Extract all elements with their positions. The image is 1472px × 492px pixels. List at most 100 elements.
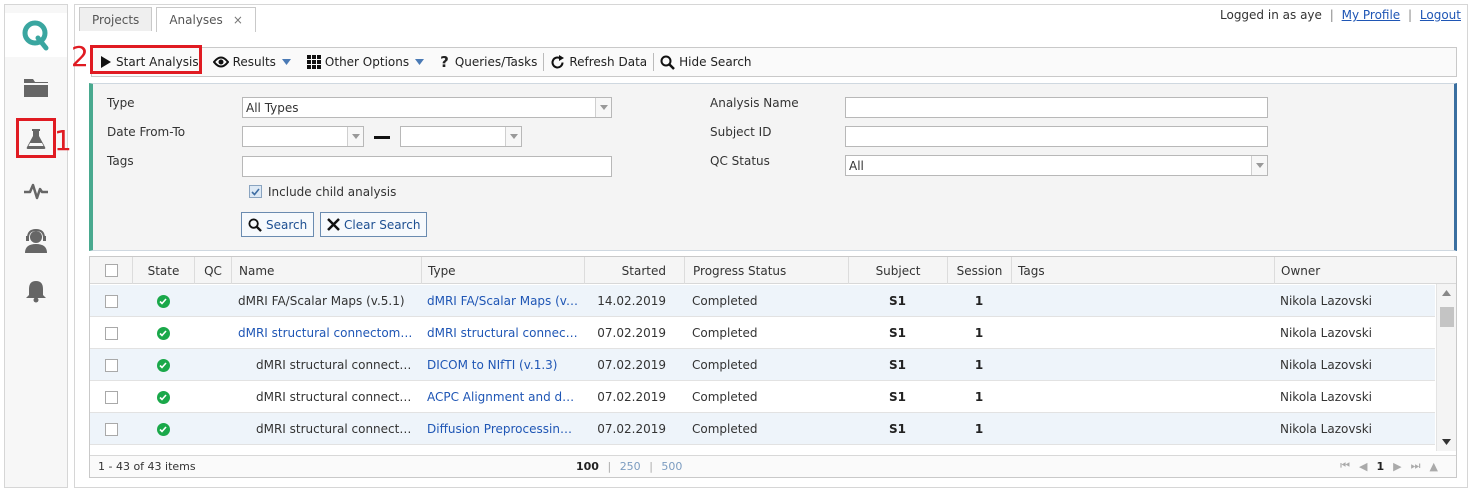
last-page-icon[interactable]: ⏭ <box>1411 459 1421 473</box>
session-cell: 1 <box>947 381 1011 413</box>
name-cell-text[interactable]: dMRI structural connectome (... <box>238 326 415 340</box>
started-cell: 07.02.2019 <box>584 349 666 381</box>
folder-icon[interactable] <box>5 65 67 109</box>
column-header-progress-status[interactable]: Progress Status <box>684 257 848 284</box>
first-page-icon[interactable]: ⏮ <box>1340 459 1350 473</box>
row-select-cell <box>90 349 132 381</box>
subject-cell: S1 <box>848 317 947 349</box>
tab-projects[interactable]: Projects <box>79 7 153 31</box>
my-profile-link[interactable]: My Profile <box>1342 8 1401 22</box>
page-size-500[interactable]: 500 <box>661 460 682 473</box>
row-checkbox[interactable] <box>104 422 118 436</box>
tags-label: Tags <box>107 154 134 168</box>
clear-search-button[interactable]: Clear Search <box>320 212 428 237</box>
row-checkbox[interactable] <box>104 358 118 372</box>
scrollbar-thumb[interactable] <box>1440 307 1454 327</box>
dropdown-arrow-icon[interactable] <box>595 98 611 117</box>
type-select[interactable]: All Types <box>242 97 612 118</box>
type-value: All Types <box>246 100 299 115</box>
column-header-type[interactable]: Type <box>421 257 584 284</box>
name-cell-text: dMRI structural connecto... <box>256 358 415 372</box>
owner-cell: Nikola Lazovski <box>1280 413 1430 445</box>
q-logo-icon[interactable] <box>5 13 67 57</box>
progress-status-cell-text: Completed <box>692 422 758 436</box>
type-cell[interactable]: Diffusion Preprocessing ... <box>427 413 579 445</box>
row-checkbox[interactable] <box>104 294 118 308</box>
subject-cell-text: S1 <box>889 358 906 372</box>
main-panel: Projects Analyses × Logged in as aye | My… <box>74 4 1468 488</box>
type-cell[interactable]: dMRI structural connect... <box>427 317 579 349</box>
page-size-250[interactable]: 250 <box>620 460 641 473</box>
type-label: Type <box>107 96 135 110</box>
prev-page-icon[interactable]: ◀ <box>1359 460 1367 473</box>
headset-user-icon[interactable] <box>5 219 67 263</box>
tags-input[interactable] <box>242 156 612 177</box>
results-button[interactable]: Results <box>207 48 301 76</box>
session-cell: 1 <box>947 317 1011 349</box>
scroll-top-icon[interactable]: ▲ <box>1430 460 1438 473</box>
name-cell[interactable]: dMRI structural connectome (... <box>238 317 415 349</box>
dropdown-arrow-icon[interactable] <box>505 127 521 146</box>
separator: | <box>649 460 653 473</box>
name-cell: dMRI FA/Scalar Maps (v.5.1) <box>238 285 415 317</box>
qc-cell <box>194 317 231 349</box>
page-size-100[interactable]: 100 <box>576 460 599 473</box>
table-row[interactable]: dMRI structural connecto... DICOM to NIfT… <box>90 349 1435 381</box>
column-header-state[interactable]: State <box>132 257 194 284</box>
type-cell-text[interactable]: ACPC Alignment and defa... <box>427 390 579 404</box>
tags-cell <box>1017 285 1267 317</box>
queries-tasks-button[interactable]: ? Queries/Tasks <box>434 48 543 76</box>
tags-cell <box>1017 317 1267 349</box>
type-cell[interactable]: ACPC Alignment and defa... <box>427 381 579 413</box>
column-header-name[interactable]: Name <box>231 257 421 284</box>
date-to-picker[interactable] <box>400 126 522 147</box>
table-row[interactable]: dMRI structural connecto... ACPC Alignmen… <box>90 381 1435 413</box>
type-cell-text[interactable]: dMRI FA/Scalar Maps (v.5... <box>427 294 579 308</box>
type-cell[interactable]: dMRI FA/Scalar Maps (v.5... <box>427 285 579 317</box>
type-cell-text[interactable]: DICOM to NIfTI (v.1.3) <box>427 358 558 372</box>
next-page-icon[interactable]: ▶ <box>1393 460 1401 473</box>
type-cell-text[interactable]: dMRI structural connect... <box>427 326 579 340</box>
date-from-picker[interactable] <box>242 126 364 147</box>
scroll-up-icon[interactable] <box>1442 290 1451 296</box>
row-checkbox[interactable] <box>104 326 118 340</box>
column-header-qc[interactable]: QC <box>194 257 231 284</box>
owner-cell-text: Nikola Lazovski <box>1280 422 1372 436</box>
logout-link[interactable]: Logout <box>1420 8 1461 22</box>
table-row[interactable]: dMRI structural connecto... Diffusion Pre… <box>90 413 1435 445</box>
close-icon[interactable]: × <box>233 13 243 27</box>
table-row[interactable]: dMRI structural connectome (... dMRI stru… <box>90 317 1435 349</box>
column-header-owner[interactable]: Owner <box>1274 257 1456 284</box>
session-cell-text: 1 <box>974 422 984 436</box>
table-row[interactable]: dMRI FA/Scalar Maps (v.5.1) dMRI FA/Scala… <box>90 285 1435 317</box>
select-all-checkbox[interactable] <box>104 264 118 277</box>
type-cell-text[interactable]: Diffusion Preprocessing ... <box>427 422 579 436</box>
row-checkbox[interactable] <box>104 390 118 404</box>
bell-icon[interactable] <box>5 269 67 313</box>
tab-analyses[interactable]: Analyses × <box>156 7 256 32</box>
completed-status-icon <box>156 294 170 308</box>
completed-status-icon <box>156 422 170 436</box>
qc-status-select[interactable]: All <box>845 155 1268 176</box>
scroll-down-icon[interactable] <box>1442 439 1451 445</box>
dropdown-arrow-icon[interactable] <box>1251 156 1267 175</box>
qc-cell <box>194 285 231 317</box>
dropdown-arrow-icon[interactable] <box>347 127 363 146</box>
start-analysis-button[interactable]: Start Analysis <box>92 48 207 76</box>
search-button[interactable]: Search <box>241 212 315 237</box>
hide-search-button[interactable]: Hide Search <box>654 48 757 76</box>
row-select-cell <box>90 381 132 413</box>
column-header-subject[interactable]: Subject <box>848 257 947 284</box>
pulse-icon[interactable] <box>5 169 67 213</box>
type-cell[interactable]: DICOM to NIfTI (v.1.3) <box>427 349 579 381</box>
include-child-checkbox[interactable] <box>249 185 262 198</box>
refresh-data-button[interactable]: Refresh Data <box>544 48 653 76</box>
column-header-tags[interactable]: Tags <box>1011 257 1274 284</box>
vertical-scrollbar[interactable] <box>1436 284 1456 451</box>
analysis-name-input[interactable] <box>845 97 1268 118</box>
column-header-started[interactable]: Started <box>584 257 684 284</box>
column-header-session[interactable]: Session <box>947 257 1011 284</box>
subject-id-input[interactable] <box>845 126 1268 147</box>
page-size-options: 100 | 250 | 500 <box>576 460 682 473</box>
other-options-button[interactable]: Other Options <box>301 48 434 76</box>
